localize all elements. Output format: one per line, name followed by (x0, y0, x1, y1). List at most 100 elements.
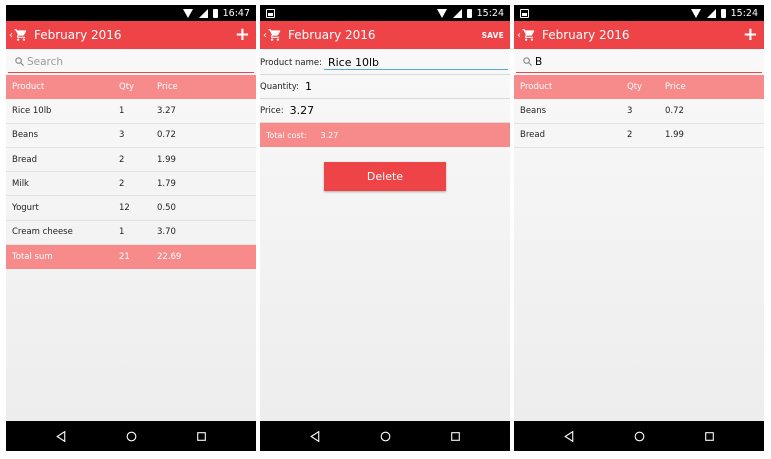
product-qty: 1 (119, 105, 125, 116)
product-qty: 1 (119, 227, 125, 238)
battery-icon (466, 8, 472, 18)
status-time: 15:24 (730, 7, 758, 19)
product-table: Product Qty Price Rice 10lb 1 3.27 Beans… (6, 75, 256, 270)
product-price: 3.70 (157, 227, 176, 238)
app-bar: ‹ February 2016 + (6, 21, 256, 49)
screen-product-list: 16:47 ‹ February 2016 + Search Product Q… (6, 5, 256, 451)
back-chevron-icon[interactable]: ‹ (517, 30, 521, 41)
product-qty: 3 (119, 130, 125, 141)
quantity-input[interactable]: 1 (305, 80, 312, 93)
nav-recents-icon[interactable] (449, 430, 462, 443)
total-qty: 21 (119, 252, 130, 263)
product-name: Beans (520, 105, 547, 116)
product-table: Product Qty Price Beans 3 0.72 Bread 2 1… (514, 75, 764, 148)
status-time: 15:24 (476, 7, 504, 19)
column-product: Product (520, 82, 553, 93)
wifi-icon (436, 8, 448, 18)
product-price: 3.27 (157, 105, 176, 116)
table-row[interactable]: Beans 3 0.72 (6, 124, 256, 148)
search-input[interactable]: Search (8, 51, 254, 73)
total-label: Total sum (12, 252, 53, 263)
price-label: Price: (260, 105, 284, 116)
table-row[interactable]: Milk 2 1.79 (6, 172, 256, 197)
status-bar: 16:47 (6, 5, 256, 21)
screen-filtered-list: 15:24 ‹ February 2016 + B Product Qty Pr… (514, 5, 764, 451)
signal-icon (198, 8, 208, 18)
image-notification-icon (266, 8, 275, 18)
battery-icon (212, 8, 218, 18)
back-chevron-icon[interactable]: ‹ (263, 30, 267, 41)
save-button[interactable]: SAVE (482, 31, 504, 40)
column-price: Price (665, 82, 686, 93)
product-name-field: Product name: Rice 10lb (260, 51, 510, 75)
signal-icon (452, 8, 462, 18)
navigation-bar (6, 421, 256, 451)
delete-button[interactable]: Delete (324, 162, 446, 191)
table-header: Product Qty Price (514, 75, 764, 100)
product-name-input[interactable]: Rice 10lb (323, 56, 508, 70)
quantity-label: Quantity: (260, 81, 299, 92)
nav-back-icon[interactable] (55, 430, 68, 443)
product-name: Beans (12, 130, 39, 141)
nav-recents-icon[interactable] (195, 430, 208, 443)
app-title: February 2016 (542, 28, 630, 42)
total-price: 22.69 (157, 252, 182, 263)
price-input[interactable]: 3.27 (290, 104, 315, 117)
product-qty: 2 (627, 130, 633, 141)
total-cost-label: Total cost: (266, 130, 307, 140)
search-placeholder: Search (27, 55, 64, 68)
table-row[interactable]: Rice 10lb 1 3.27 (6, 99, 256, 124)
app-bar: ‹ February 2016 + (514, 21, 764, 49)
wifi-icon (690, 8, 702, 18)
table-row[interactable]: Cream cheese 1 3.70 (6, 221, 256, 246)
column-product: Product (12, 82, 45, 93)
product-name: Rice 10lb (12, 105, 52, 116)
cart-icon (522, 29, 535, 41)
column-qty: Qty (119, 82, 135, 93)
search-icon (523, 57, 533, 67)
nav-back-icon[interactable] (563, 430, 576, 443)
product-price: 1.79 (157, 178, 176, 189)
product-price: 0.72 (665, 105, 684, 116)
product-qty: 12 (119, 203, 130, 214)
add-product-button[interactable]: + (235, 26, 250, 44)
product-name: Milk (12, 178, 29, 189)
product-name: Yogurt (12, 203, 39, 214)
back-chevron-icon[interactable]: ‹ (9, 30, 13, 41)
product-qty: 3 (627, 105, 633, 116)
cart-icon (14, 29, 27, 41)
screen-edit-product: 15:24 ‹ February 2016 SAVE Product name:… (260, 5, 510, 451)
table-row[interactable]: Bread 2 1.99 (514, 124, 764, 148)
search-input[interactable]: B (516, 51, 762, 73)
nav-home-icon[interactable] (633, 430, 646, 443)
product-qty: 2 (119, 178, 125, 189)
table-row[interactable]: Bread 2 1.99 (6, 148, 256, 173)
product-price: 1.99 (157, 154, 176, 165)
quantity-field: Quantity: 1 (260, 75, 510, 99)
nav-home-icon[interactable] (379, 430, 392, 443)
search-icon (15, 57, 25, 67)
app-bar: ‹ February 2016 SAVE (260, 21, 510, 49)
product-name: Cream cheese (12, 227, 73, 238)
status-bar: 15:24 (514, 5, 764, 21)
signal-icon (706, 8, 716, 18)
product-price: 0.50 (157, 203, 176, 214)
nav-home-icon[interactable] (125, 430, 138, 443)
table-row[interactable]: Yogurt 12 0.50 (6, 196, 256, 221)
table-row[interactable]: Beans 3 0.72 (514, 99, 764, 124)
product-name: Bread (12, 154, 37, 165)
total-cost-bar: Total cost: 3.27 (260, 123, 510, 147)
product-qty: 2 (119, 154, 125, 165)
nav-back-icon[interactable] (309, 430, 322, 443)
nav-recents-icon[interactable] (703, 430, 716, 443)
cart-icon (268, 29, 281, 41)
search-value: B (535, 55, 543, 68)
price-field: Price: 3.27 (260, 99, 510, 123)
add-product-button[interactable]: + (743, 26, 758, 44)
column-price: Price (157, 82, 178, 93)
navigation-bar (514, 421, 764, 451)
status-bar: 15:24 (260, 5, 510, 21)
product-name-label: Product name: (260, 57, 322, 68)
total-row: Total sum 21 22.69 (6, 245, 256, 270)
status-time: 16:47 (222, 7, 250, 19)
